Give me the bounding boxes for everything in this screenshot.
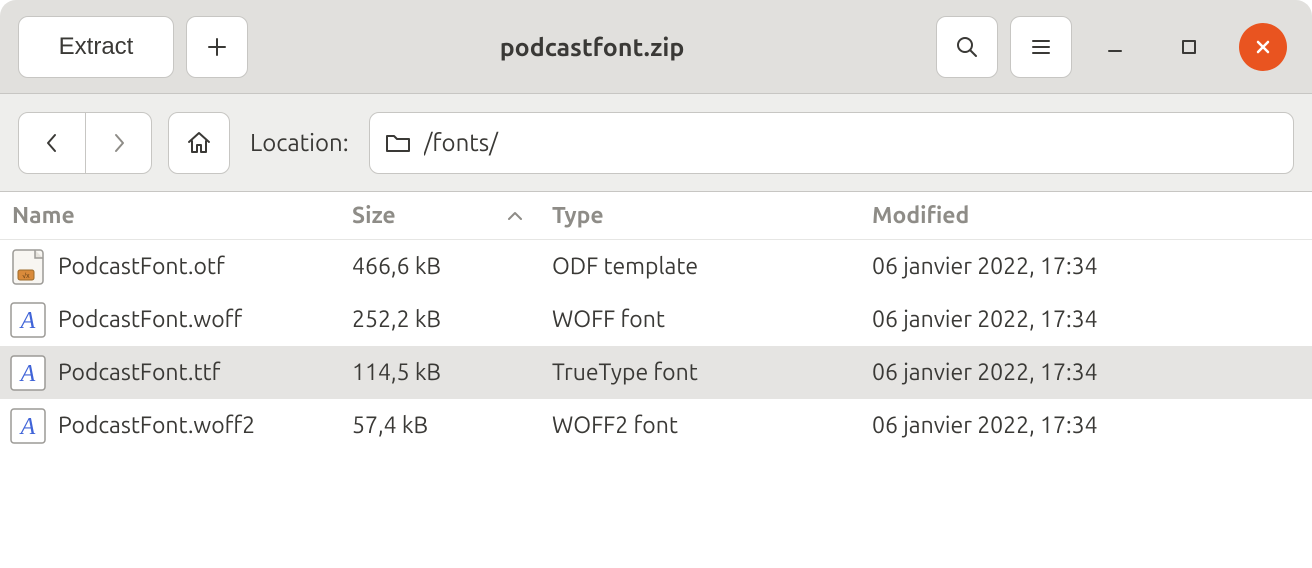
file-modified: 06 janvier 2022, 17:34 bbox=[860, 240, 1312, 293]
column-header-size[interactable]: Size bbox=[340, 192, 540, 239]
folder-icon bbox=[384, 131, 412, 155]
close-icon bbox=[1253, 37, 1273, 57]
column-header-type[interactable]: Type bbox=[540, 192, 860, 239]
minimize-icon bbox=[1105, 37, 1125, 57]
file-name: PodcastFont.woff bbox=[58, 307, 242, 332]
file-size: 57,4 kB bbox=[340, 399, 540, 452]
maximize-button[interactable] bbox=[1158, 16, 1220, 78]
svg-text:A: A bbox=[19, 414, 36, 440]
file-list: √x PodcastFont.otf466,6 kBODF template06… bbox=[0, 240, 1312, 452]
nav-back-forward bbox=[18, 112, 152, 174]
forward-button[interactable] bbox=[85, 113, 151, 173]
close-button[interactable] bbox=[1232, 16, 1294, 78]
file-type: WOFF font bbox=[540, 293, 860, 346]
toolbar: Location: bbox=[0, 94, 1312, 192]
chevron-right-icon bbox=[110, 130, 128, 156]
menu-button[interactable] bbox=[1010, 16, 1072, 78]
table-row[interactable]: A PodcastFont.woff2 57,4 kBWOFF2 font06 j… bbox=[0, 399, 1312, 452]
font-icon: A bbox=[8, 406, 48, 446]
file-name: PodcastFont.otf bbox=[58, 254, 225, 279]
file-modified: 06 janvier 2022, 17:34 bbox=[860, 346, 1312, 399]
svg-text:√x: √x bbox=[22, 272, 30, 280]
table-row[interactable]: √x PodcastFont.otf 466,6 kBODF template06… bbox=[0, 240, 1312, 293]
font-icon: A bbox=[8, 353, 48, 393]
column-header-name[interactable]: Name bbox=[0, 192, 340, 239]
file-type: WOFF2 font bbox=[540, 399, 860, 452]
file-type: TrueType font bbox=[540, 346, 860, 399]
template-icon: √x bbox=[8, 247, 48, 287]
titlebar: Extract podcastfont.zip bbox=[0, 0, 1312, 94]
plus-icon bbox=[206, 36, 228, 58]
column-headers: Name Size Type Modified bbox=[0, 192, 1312, 240]
svg-text:A: A bbox=[19, 308, 36, 334]
search-icon bbox=[954, 34, 980, 60]
minimize-button[interactable] bbox=[1084, 16, 1146, 78]
font-icon: A bbox=[8, 300, 48, 340]
window-title: podcastfont.zip bbox=[260, 33, 924, 61]
home-button[interactable] bbox=[168, 112, 230, 174]
extract-button[interactable]: Extract bbox=[18, 16, 174, 78]
chevron-left-icon bbox=[43, 130, 61, 156]
hamburger-icon bbox=[1029, 35, 1053, 59]
location-label: Location: bbox=[250, 129, 349, 156]
file-name: PodcastFont.ttf bbox=[58, 360, 220, 385]
file-modified: 06 janvier 2022, 17:34 bbox=[860, 293, 1312, 346]
column-header-size-label: Size bbox=[352, 203, 396, 228]
close-icon-bg bbox=[1239, 23, 1287, 71]
maximize-icon bbox=[1180, 38, 1198, 56]
svg-text:A: A bbox=[19, 361, 36, 387]
file-type: ODF template bbox=[540, 240, 860, 293]
file-size: 114,5 kB bbox=[340, 346, 540, 399]
search-button[interactable] bbox=[936, 16, 998, 78]
column-header-modified[interactable]: Modified bbox=[860, 192, 1312, 239]
sort-ascending-icon bbox=[506, 209, 524, 223]
location-input[interactable] bbox=[422, 128, 1279, 157]
location-field[interactable] bbox=[369, 112, 1294, 174]
table-row[interactable]: A PodcastFont.woff 252,2 kBWOFF font06 ja… bbox=[0, 293, 1312, 346]
file-modified: 06 janvier 2022, 17:34 bbox=[860, 399, 1312, 452]
back-button[interactable] bbox=[19, 113, 85, 173]
file-name: PodcastFont.woff2 bbox=[58, 413, 255, 438]
home-icon bbox=[185, 129, 213, 157]
new-archive-button[interactable] bbox=[186, 16, 248, 78]
file-size: 252,2 kB bbox=[340, 293, 540, 346]
file-size: 466,6 kB bbox=[340, 240, 540, 293]
table-row[interactable]: A PodcastFont.ttf 114,5 kBTrueType font06… bbox=[0, 346, 1312, 399]
